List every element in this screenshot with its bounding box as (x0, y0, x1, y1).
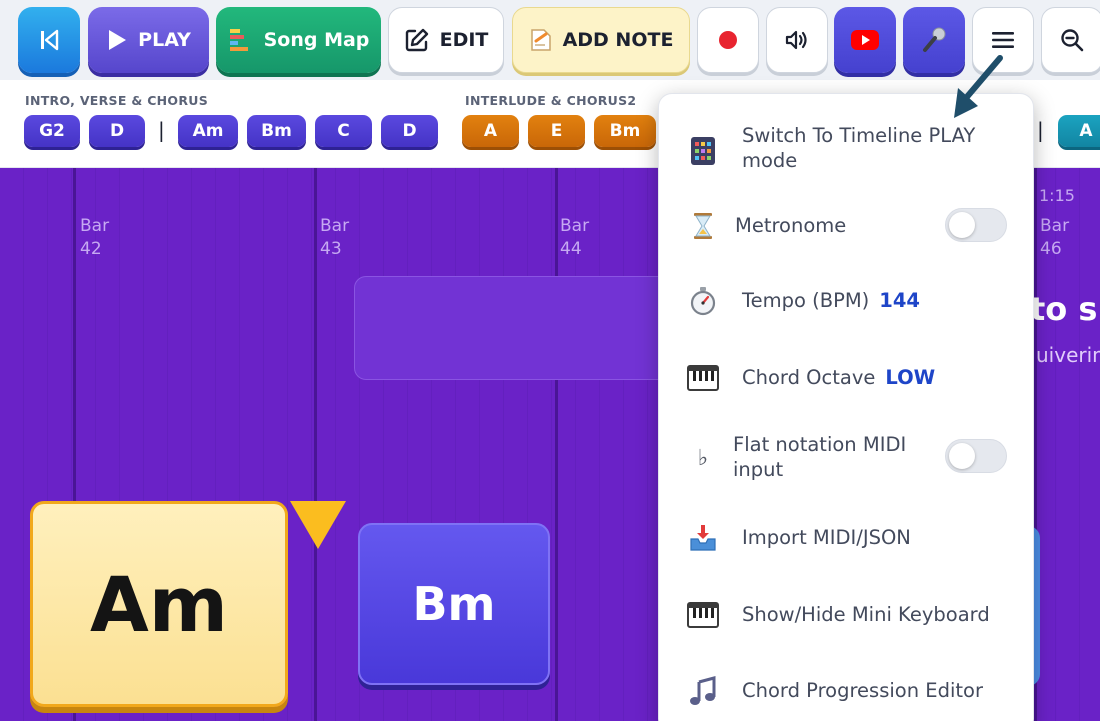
play-label: PLAY (138, 29, 191, 51)
youtube-icon (851, 30, 879, 50)
menu-item-import[interactable]: Import MIDI/JSON (659, 518, 1035, 558)
youtube-button[interactable] (834, 7, 896, 73)
record-icon (719, 31, 737, 49)
toolbar: PLAY Song Map EDIT ADD NOTE (0, 0, 1100, 80)
chord-chip[interactable]: Bm (594, 115, 656, 147)
menu-item-mini-keyboard[interactable]: Show/Hide Mini Keyboard (659, 595, 1035, 635)
metronome-toggle[interactable] (945, 208, 1007, 242)
chord-chip[interactable]: A (462, 115, 519, 147)
bar-label: Bar 46 (1040, 216, 1070, 259)
lyric-line: to sh (1030, 290, 1100, 328)
restart-button[interactable] (18, 7, 80, 73)
settings-menu: Switch To Timeline PLAY mode Metronome Te… (658, 93, 1034, 721)
chord-chip[interactable]: G2 (24, 115, 80, 147)
tempo-value: 144 (879, 289, 920, 312)
bar-label: Bar 44 (560, 216, 590, 259)
menu-item-label: Tempo (BPM) 144 (742, 289, 920, 312)
song-map-label: Song Map (263, 29, 370, 51)
menu-item-label: Flat notation MIDI input (733, 433, 907, 481)
toggle-knob (949, 443, 975, 469)
section-separator: | (1037, 118, 1044, 142)
menu-icon (992, 32, 1014, 48)
chord-chip[interactable]: Am (178, 115, 238, 147)
menu-item-progression-editor[interactable]: Chord Progression Editor (659, 671, 1035, 711)
volume-button[interactable] (766, 7, 828, 73)
time-marker: 1:15 (1039, 186, 1075, 205)
chord-chip[interactable]: C (315, 115, 372, 147)
lyric-subline: uiverin (1036, 343, 1100, 367)
stopwatch-icon (687, 285, 719, 317)
chord-chip[interactable]: Bm (247, 115, 306, 147)
grid-app-icon (687, 135, 719, 167)
menu-item-chord-octave[interactable]: Chord Octave LOW (659, 358, 1035, 398)
menu-item-label: Chord Progression Editor (742, 679, 983, 702)
note-icon (530, 29, 551, 51)
bar-line (555, 168, 558, 721)
music-notes-icon (687, 675, 719, 707)
edit-button[interactable]: EDIT (388, 7, 504, 73)
hourglass-icon (687, 210, 719, 242)
toggle-knob (949, 212, 975, 238)
pointer-arrow-icon (954, 55, 1003, 118)
bar-label: Bar 43 (320, 216, 350, 259)
play-button[interactable]: PLAY (88, 7, 209, 73)
piano-icon (687, 362, 719, 394)
octave-value: LOW (885, 366, 936, 389)
volume-icon (785, 30, 807, 50)
menu-item-label: Show/Hide Mini Keyboard (742, 603, 990, 626)
menu-item-label: Chord Octave LOW (742, 366, 936, 389)
add-note-button[interactable]: ADD NOTE (512, 7, 690, 73)
chord-chip[interactable]: A (1058, 115, 1100, 147)
menu-item-flat-notation[interactable]: ♭ Flat notation MIDI input (659, 430, 1035, 486)
section-label-interlude: INTERLUDE & CHORUS2 (465, 93, 637, 108)
skip-to-start-icon (41, 29, 59, 51)
lyric-box[interactable] (354, 276, 674, 380)
chord-chip[interactable]: D (381, 115, 438, 147)
chord-chip[interactable]: D (89, 115, 145, 147)
menu-item-tempo[interactable]: Tempo (BPM) 144 (659, 281, 1035, 321)
playhead-marker[interactable] (290, 501, 346, 549)
record-button[interactable] (697, 7, 759, 73)
next-chord-card[interactable]: Bm (358, 523, 550, 685)
bar-line (314, 168, 317, 721)
menu-item-timeline-mode[interactable]: Switch To Timeline PLAY mode (659, 121, 1035, 177)
play-icon (109, 30, 127, 50)
chord-chip[interactable]: E (528, 115, 585, 147)
keyboard-icon (687, 599, 719, 631)
menu-item-label: Switch To Timeline PLAY mode (742, 124, 976, 172)
flat-notation-toggle[interactable] (945, 439, 1007, 473)
flat-symbol-icon: ♭ (697, 445, 709, 471)
section-label-intro: INTRO, VERSE & CHORUS (25, 93, 209, 108)
zoom-out-button[interactable] (1041, 7, 1100, 73)
add-note-label: ADD NOTE (562, 29, 674, 51)
microphone-icon (923, 27, 946, 52)
edit-icon (405, 28, 428, 52)
menu-item-metronome[interactable]: Metronome (659, 206, 1035, 246)
current-chord-card[interactable]: Am (30, 501, 288, 707)
zoom-out-icon (1061, 29, 1084, 52)
section-separator: | (158, 118, 165, 142)
menu-item-label: Metronome (735, 214, 847, 237)
edit-label: EDIT (439, 29, 489, 51)
song-map-icon (229, 29, 248, 51)
menu-item-label: Import MIDI/JSON (742, 526, 911, 549)
song-map-button[interactable]: Song Map (216, 7, 381, 73)
inbox-tray-icon (687, 522, 719, 554)
bar-label: Bar 42 (80, 216, 110, 259)
